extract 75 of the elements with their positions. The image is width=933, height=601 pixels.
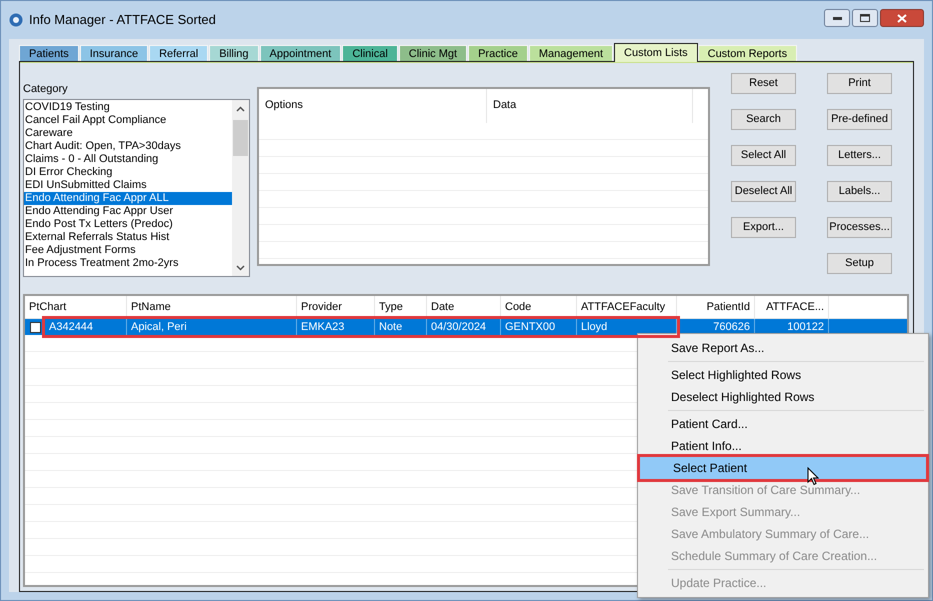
action-button[interactable]: Processes... [827, 217, 892, 238]
action-button[interactable]: Print [827, 73, 892, 94]
table-cell: Apical, Peri [127, 319, 297, 335]
tab[interactable]: Custom Reports [698, 45, 798, 61]
row-checkbox[interactable] [30, 322, 40, 332]
scroll-up-icon [236, 106, 245, 112]
category-item[interactable]: EDI UnSubmitted Claims [24, 179, 232, 192]
tab[interactable]: Referral [149, 45, 208, 61]
column-header[interactable]: ATTFACE... [755, 296, 829, 318]
tab[interactable]: Practice [468, 45, 528, 61]
action-button[interactable]: Labels... [827, 181, 892, 202]
column-header[interactable]: Date [427, 296, 501, 318]
close-button[interactable] [880, 9, 924, 27]
category-item[interactable]: COVID19 Testing [24, 101, 232, 114]
column-header[interactable]: PtName [127, 296, 297, 318]
app-icon [9, 13, 23, 27]
category-label: Category [23, 82, 69, 95]
column-header[interactable]: Provider [297, 296, 375, 318]
category-list[interactable] [23, 99, 250, 277]
action-button[interactable]: Reset [731, 73, 796, 94]
menu-item[interactable]: Patient Card... [638, 413, 928, 435]
tab[interactable]: Management [528, 45, 614, 61]
scrollbar-thumb[interactable] [233, 120, 248, 156]
table-cell: A342444 [45, 319, 127, 335]
category-item[interactable]: Endo Attending Fac Appr ALL [24, 192, 232, 205]
action-button[interactable]: Export... [731, 217, 796, 238]
scrollbar[interactable] [232, 100, 249, 276]
column-header: Data [487, 89, 693, 123]
maximize-button[interactable] [852, 9, 878, 27]
action-button[interactable]: Letters... [827, 145, 892, 166]
mouse-pointer-icon [807, 467, 819, 486]
menu-item[interactable]: Select Patient [640, 457, 926, 479]
close-icon [897, 14, 907, 22]
tab[interactable]: Insurance [80, 45, 148, 61]
tab[interactable]: Clinic Mgt [398, 45, 468, 61]
minimize-icon [832, 16, 842, 20]
tab[interactable]: Patients [19, 45, 79, 61]
table-cell: 04/30/2024 [427, 319, 501, 335]
category-item[interactable]: Chart Audit: Open, TPA>30days [24, 140, 232, 153]
menu-item[interactable]: Deselect Highlighted Rows [638, 386, 928, 408]
category-item[interactable]: Claims - 0 - All Outstanding [24, 153, 232, 166]
menu-item[interactable]: Patient Info... [638, 435, 928, 457]
action-button[interactable]: Deselect All [731, 181, 796, 202]
category-item[interactable]: Fee Adjustment Forms [24, 244, 232, 257]
menu-item[interactable]: Save Report As... [638, 337, 928, 359]
table-cell: GENTX00 [501, 319, 577, 335]
action-button[interactable]: Select All [731, 145, 796, 166]
menu-item[interactable]: Select Highlighted Rows [638, 364, 928, 386]
action-button[interactable]: Setup [827, 253, 892, 274]
action-button[interactable]: Pre-defined [827, 109, 892, 130]
tab[interactable]: Clinical [342, 45, 398, 61]
column-header[interactable]: Code [501, 296, 577, 318]
category-item[interactable]: In Process Treatment 2mo-2yrs [24, 257, 232, 270]
tab[interactable]: Billing [209, 45, 259, 61]
column-header[interactable]: PtChart [25, 296, 127, 318]
column-header: Options [259, 89, 487, 123]
table-row[interactable]: A342444 Apical, Peri EMKA23 Note 04/30/2024 GENTX00 Lloyd 760626 100122 [25, 319, 907, 335]
column-header[interactable]: Type [375, 296, 427, 318]
action-button[interactable]: Search [731, 109, 796, 130]
category-item[interactable]: External Referrals Status Hist [24, 231, 232, 244]
category-item[interactable]: Careware [24, 127, 232, 140]
restore-icon [860, 14, 870, 22]
tab[interactable]: Appointment [260, 45, 342, 61]
minimize-button[interactable] [824, 9, 850, 27]
category-item[interactable]: Endo Post Tx Letters (Predoc) [24, 218, 232, 231]
category-item[interactable]: DI Error Checking [24, 166, 232, 179]
window-title: Info Manager - ATTFACE Sorted [29, 11, 216, 30]
scroll-down-icon [236, 265, 245, 271]
table-cell: EMKA23 [297, 319, 375, 335]
table-cell: Note [375, 319, 427, 335]
column-header[interactable]: PatientId [677, 296, 755, 318]
tab[interactable]: Custom Lists [614, 43, 698, 62]
column-header[interactable]: ATTFACEFaculty [577, 296, 677, 318]
category-item[interactable]: Cancel Fail Appt Compliance [24, 114, 232, 127]
category-item[interactable]: Endo Attending Fac Appr User [24, 205, 232, 218]
